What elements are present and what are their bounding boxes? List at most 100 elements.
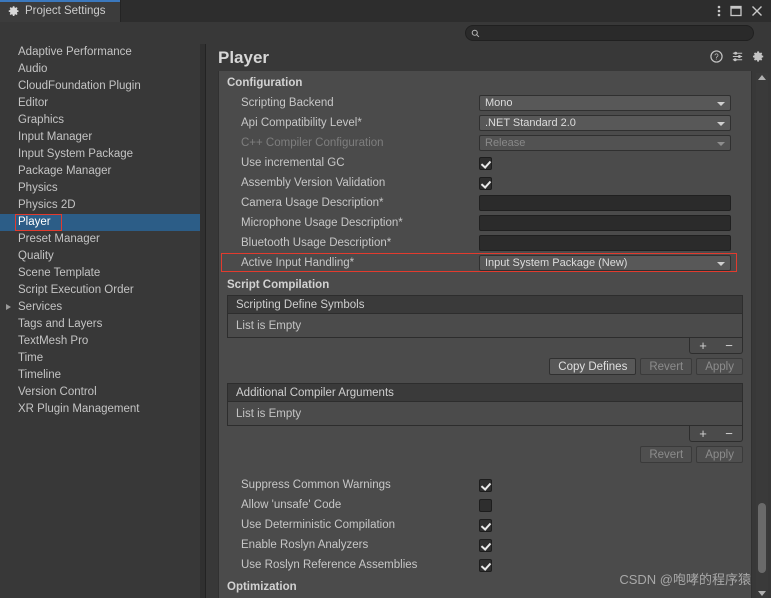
field-label: Bluetooth Usage Description* xyxy=(241,237,392,249)
checkbox-use-deterministic-compilation[interactable] xyxy=(479,518,492,532)
chevron-down-icon xyxy=(717,122,725,126)
tab-bar-spacer xyxy=(121,0,717,22)
settings-gear-icon[interactable] xyxy=(752,50,765,63)
sidebar-item-preset-manager[interactable]: Preset Manager xyxy=(0,231,205,248)
sidebar-item-quality[interactable]: Quality xyxy=(0,248,205,265)
settings-sidebar[interactable]: Adaptive Performance Audio CloudFoundation… xyxy=(0,44,206,598)
checkbox-suppress-common-warnings[interactable] xyxy=(479,478,492,492)
section-heading-script-compilation: Script Compilation xyxy=(227,279,330,291)
panel-scrollbar[interactable] xyxy=(756,73,768,598)
config-row-active-input-handling: Active Input Handling* Input System Packa… xyxy=(219,253,751,273)
dropdown-value: Release xyxy=(485,137,526,149)
field-label: Api Compatibility Level* xyxy=(241,117,362,129)
sidebar-item-textmesh-pro[interactable]: TextMesh Pro xyxy=(0,333,205,350)
remove-argument-button[interactable]: − xyxy=(716,426,742,441)
add-remove-group: + − xyxy=(689,338,743,354)
checkbox-allow-unsafe-code[interactable] xyxy=(479,498,492,512)
field-label: Camera Usage Description* xyxy=(241,197,384,209)
more-options-icon[interactable] xyxy=(717,4,721,18)
field-label: C++ Compiler Configuration xyxy=(241,137,384,149)
sidebar-item-label: Adaptive Performance xyxy=(18,46,132,58)
checkbox-use-incremental-gc[interactable] xyxy=(479,156,492,170)
config-row-c-compiler-configuration: C++ Compiler Configuration Release xyxy=(219,133,751,153)
copy-defines-button[interactable]: Copy Defines xyxy=(549,358,637,375)
sidebar-item-time[interactable]: Time xyxy=(0,350,205,367)
checkbox-use-roslyn-reference-assemblies[interactable] xyxy=(479,558,492,572)
field-label: Scripting Backend xyxy=(241,97,334,109)
panel-content: Configuration Scripting Backend Mono Api C… xyxy=(218,71,752,598)
sidebar-item-label: Package Manager xyxy=(18,165,112,177)
sidebar-item-script-execution-order[interactable]: Script Execution Order xyxy=(0,282,205,299)
maximize-icon[interactable] xyxy=(730,5,742,17)
player-settings-panel: Player ? Configuration Scripting Backend… xyxy=(206,44,771,598)
sidebar-item-label: Quality xyxy=(18,250,54,262)
window-tab-bar: Project Settings xyxy=(0,0,771,22)
close-icon[interactable] xyxy=(751,5,763,17)
sidebar-item-services[interactable]: Services xyxy=(0,299,205,316)
chevron-right-icon[interactable] xyxy=(6,304,11,310)
sidebar-item-cloudfoundation-plugin[interactable]: CloudFoundation Plugin xyxy=(0,78,205,95)
sidebar-scrollbar[interactable] xyxy=(200,44,205,598)
config-row-assembly-version-validation: Assembly Version Validation xyxy=(219,173,751,193)
search-input[interactable] xyxy=(480,27,753,39)
field-label: Enable Roslyn Analyzers xyxy=(241,539,369,551)
sidebar-item-label: Preset Manager xyxy=(18,233,100,245)
add-remove-group: + − xyxy=(689,426,743,442)
sidebar-item-input-system-package[interactable]: Input System Package xyxy=(0,146,205,163)
remove-define-button[interactable]: − xyxy=(716,338,742,353)
list-empty-text: List is Empty xyxy=(227,314,743,338)
chevron-down-icon xyxy=(717,262,725,266)
sidebar-item-xr-plugin-management[interactable]: XR Plugin Management xyxy=(0,401,205,418)
sidebar-item-physics[interactable]: Physics xyxy=(0,180,205,197)
dropdown-api-compatibility-level[interactable]: .NET Standard 2.0 xyxy=(479,115,731,131)
field-label: Use incremental GC xyxy=(241,157,345,169)
sidebar-item-timeline[interactable]: Timeline xyxy=(0,367,205,384)
text-field-microphone-usage-description[interactable] xyxy=(479,215,731,231)
sidebar-item-input-manager[interactable]: Input Manager xyxy=(0,129,205,146)
chevron-down-icon xyxy=(717,142,725,146)
toggle-row-suppress-common-warnings: Suppress Common Warnings xyxy=(219,475,751,495)
text-field-camera-usage-description[interactable] xyxy=(479,195,731,211)
sidebar-item-graphics[interactable]: Graphics xyxy=(0,112,205,129)
help-icon[interactable]: ? xyxy=(710,50,723,63)
sidebar-item-scene-template[interactable]: Scene Template xyxy=(0,265,205,282)
sidebar-item-version-control[interactable]: Version Control xyxy=(0,384,205,401)
text-field-bluetooth-usage-description[interactable] xyxy=(479,235,731,251)
add-define-button[interactable]: + xyxy=(690,338,716,353)
define-symbols-buttons: Copy Defines Revert Apply xyxy=(219,358,743,375)
window-controls xyxy=(717,0,771,22)
config-row-use-incremental-gc: Use incremental GC xyxy=(219,153,751,173)
scroll-down-arrow-icon[interactable] xyxy=(758,591,766,596)
sidebar-item-label: Time xyxy=(18,352,44,364)
svg-text:?: ? xyxy=(714,53,719,62)
field-label: Allow 'unsafe' Code xyxy=(241,499,342,511)
scroll-up-arrow-icon[interactable] xyxy=(758,75,766,80)
search-box[interactable] xyxy=(465,25,754,41)
sidebar-item-player[interactable]: Player xyxy=(0,214,205,231)
dropdown-scripting-backend[interactable]: Mono xyxy=(479,95,731,111)
tab-project-settings[interactable]: Project Settings xyxy=(0,0,121,22)
scrollbar-thumb[interactable] xyxy=(758,503,766,573)
field-label: Microphone Usage Description* xyxy=(241,217,403,229)
toggle-row-allow-unsafe-code: Allow 'unsafe' Code xyxy=(219,495,751,515)
config-row-scripting-backend: Scripting Backend Mono xyxy=(219,93,751,113)
preset-icon[interactable] xyxy=(731,50,744,63)
search-bar-left-spacer xyxy=(0,22,465,44)
config-row-camera-usage-description: Camera Usage Description* xyxy=(219,193,751,213)
field-label: Use Deterministic Compilation xyxy=(241,519,396,531)
sidebar-item-audio[interactable]: Audio xyxy=(0,61,205,78)
sidebar-item-physics-2d[interactable]: Physics 2D xyxy=(0,197,205,214)
sidebar-item-label: CloudFoundation Plugin xyxy=(18,80,141,92)
sidebar-item-label: Player xyxy=(18,216,51,228)
add-argument-button[interactable]: + xyxy=(690,426,716,441)
sidebar-item-package-manager[interactable]: Package Manager xyxy=(0,163,205,180)
checkbox-enable-roslyn-analyzers[interactable] xyxy=(479,538,492,552)
checkbox-assembly-version-validation[interactable] xyxy=(479,176,492,190)
sidebar-item-adaptive-performance[interactable]: Adaptive Performance xyxy=(0,44,205,61)
apply-button: Apply xyxy=(696,358,743,375)
sidebar-item-tags-and-layers[interactable]: Tags and Layers xyxy=(0,316,205,333)
sidebar-item-editor[interactable]: Editor xyxy=(0,95,205,112)
sidebar-item-label: Services xyxy=(18,301,63,313)
dropdown-active-input-handling[interactable]: Input System Package (New) xyxy=(479,255,731,271)
